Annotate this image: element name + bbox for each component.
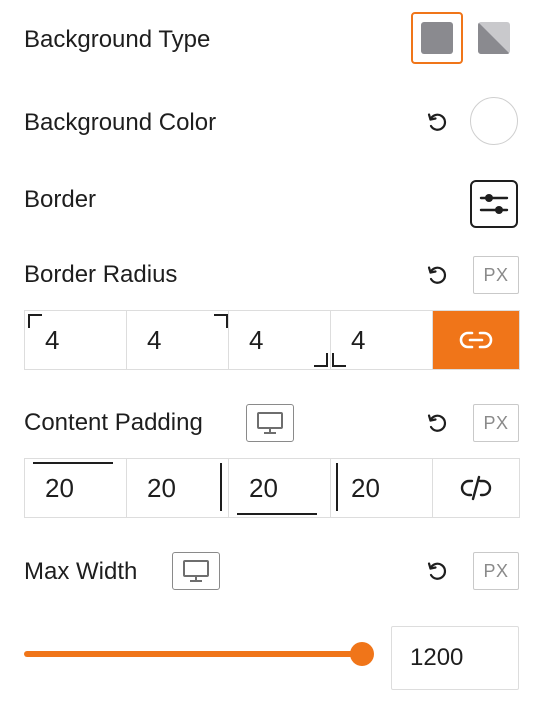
background-color-reset-icon[interactable] (424, 109, 450, 135)
side-left-indicator (336, 463, 338, 511)
content-padding-label: Content Padding (24, 409, 203, 436)
corner-bottom-right-indicator-v (326, 353, 328, 367)
background-type-label: Background Type (24, 26, 211, 53)
corner-bottom-left-indicator (332, 365, 346, 367)
content-padding-link-button[interactable] (433, 459, 519, 517)
border-radius-bottom-right-input[interactable]: 4 (229, 311, 331, 369)
unlink-icon (460, 475, 492, 501)
padding-top-input[interactable]: 20 (25, 459, 127, 517)
border-settings-button[interactable] (470, 180, 518, 228)
border-radius-top-left-input[interactable]: 4 (25, 311, 127, 369)
desktop-icon (183, 560, 209, 582)
max-width-input[interactable] (391, 626, 519, 690)
corner-top-left-indicator-v (28, 314, 30, 328)
border-radius-reset-icon[interactable] (424, 262, 450, 288)
background-color-label: Background Color (24, 109, 217, 136)
background-type-gradient-button[interactable] (468, 12, 520, 64)
link-icon (459, 331, 493, 349)
content-padding-reset-icon[interactable] (424, 410, 450, 436)
border-radius-bottom-right-value: 4 (249, 324, 264, 355)
desktop-icon (257, 412, 283, 434)
border-label: Border (24, 186, 97, 213)
padding-left-input[interactable]: 20 (331, 459, 433, 517)
background-color-picker[interactable] (470, 97, 518, 145)
border-radius-top-left-value: 4 (45, 324, 60, 355)
background-type-solid-button[interactable] (411, 12, 463, 64)
max-width-unit-button[interactable]: PX (473, 552, 519, 590)
padding-right-value: 20 (147, 472, 176, 503)
padding-right-input[interactable]: 20 (127, 459, 229, 517)
padding-bottom-input[interactable]: 20 (229, 459, 331, 517)
padding-top-value: 20 (45, 472, 74, 503)
corner-top-left-indicator (28, 314, 42, 316)
corner-top-right-indicator-v (226, 314, 228, 328)
content-padding-unit-button[interactable]: PX (473, 404, 519, 442)
content-padding-device-button[interactable] (246, 404, 294, 442)
padding-bottom-value: 20 (249, 472, 278, 503)
border-radius-unit-button[interactable]: PX (473, 256, 519, 294)
gradient-swatch-icon (478, 22, 510, 54)
side-right-indicator (220, 463, 222, 511)
border-radius-inputs: 4 4 4 4 (24, 310, 520, 370)
border-radius-bottom-left-input[interactable]: 4 (331, 311, 433, 369)
border-radius-top-right-value: 4 (147, 324, 162, 355)
border-radius-link-button[interactable] (433, 311, 519, 369)
sliders-icon (479, 194, 509, 214)
content-padding-inputs: 20 20 20 20 (24, 458, 520, 518)
max-width-device-button[interactable] (172, 552, 220, 590)
corner-bottom-left-indicator-v (332, 353, 334, 367)
side-bottom-indicator (237, 513, 317, 515)
border-radius-bottom-left-value: 4 (351, 324, 366, 355)
padding-left-value: 20 (351, 472, 380, 503)
border-radius-top-right-input[interactable]: 4 (127, 311, 229, 369)
max-width-slider-thumb[interactable] (350, 642, 374, 666)
max-width-slider-track[interactable] (24, 651, 362, 657)
border-radius-label: Border Radius (24, 261, 178, 288)
solid-color-swatch-icon (421, 22, 453, 54)
max-width-label: Max Width (24, 558, 138, 585)
max-width-reset-icon[interactable] (424, 558, 450, 584)
side-top-indicator (33, 462, 113, 464)
